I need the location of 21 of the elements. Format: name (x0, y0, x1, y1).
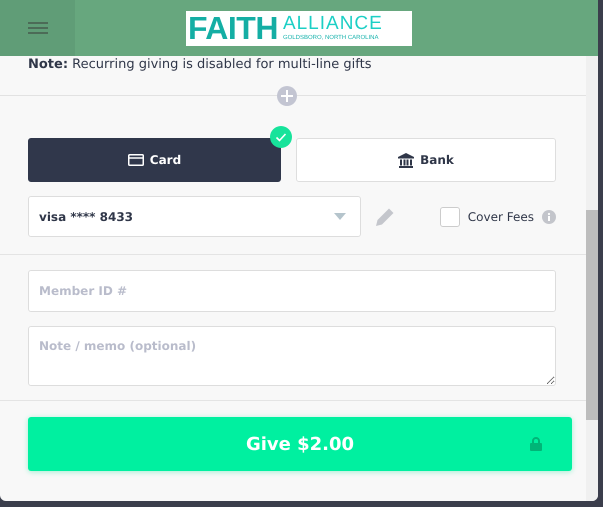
card-icon (128, 154, 144, 166)
menu-button[interactable] (0, 0, 75, 56)
payment-method-select[interactable]: visa **** 8433 (28, 196, 361, 237)
cover-fees-label: Cover Fees (468, 210, 534, 224)
pencil-icon[interactable] (375, 206, 395, 226)
memo-field[interactable]: Note / memo (optional) (28, 326, 556, 386)
caret-icon (334, 213, 346, 220)
payment-tab[interactable]: Card (28, 138, 281, 182)
add-icon[interactable] (277, 86, 297, 106)
menu-icon (28, 22, 48, 34)
info-icon[interactable] (542, 210, 556, 224)
scrollbar-thumb[interactable] (586, 210, 598, 420)
bank-icon (398, 152, 414, 168)
recurring-note: Note: Recurring giving is disabled for multi-line gifts (28, 57, 372, 73)
lock-icon (530, 437, 542, 451)
payment-tab[interactable]: Bank (296, 138, 556, 182)
cover-fees-checkbox[interactable] (440, 206, 460, 226)
logo-suffix: ALLIANCE (282, 14, 383, 34)
check-icon (270, 126, 292, 148)
member-id-field[interactable]: Member ID # (28, 270, 556, 312)
logo-name: FAITH (188, 12, 278, 44)
